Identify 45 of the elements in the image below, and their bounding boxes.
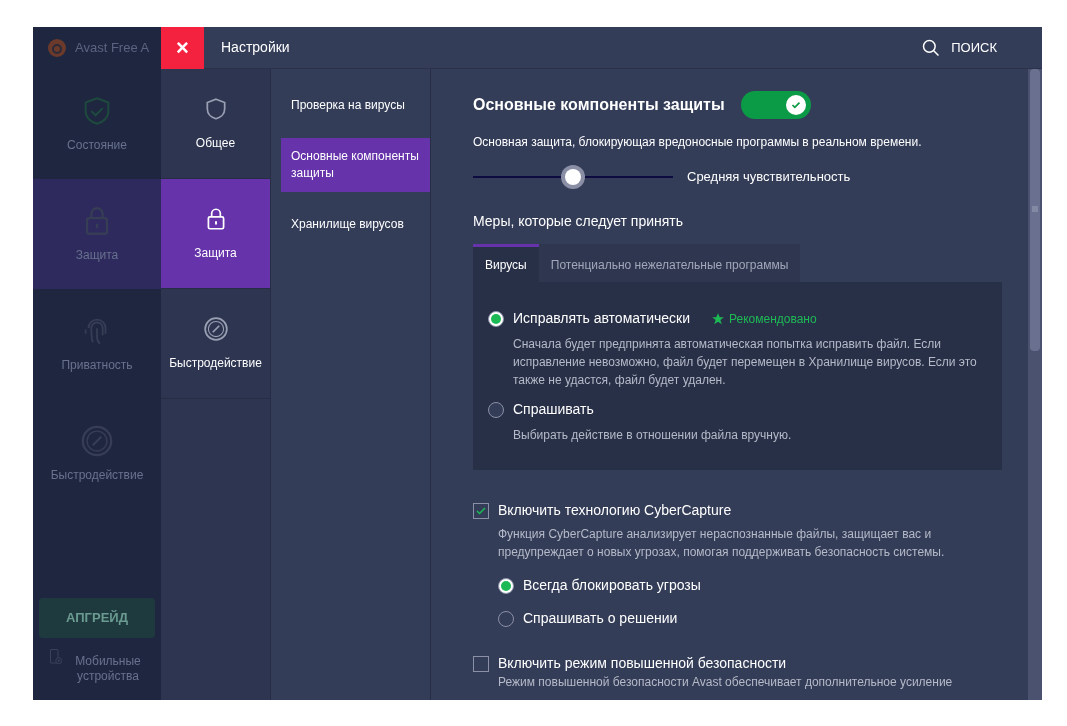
- radio-button[interactable]: [488, 401, 504, 418]
- subsection-item[interactable]: Основные компоненты защиты: [281, 138, 430, 192]
- radio-button[interactable]: [488, 310, 504, 327]
- measure-tab[interactable]: Вирусы: [473, 244, 539, 282]
- category-tab[interactable]: Быстродействие: [161, 289, 270, 399]
- scrollbar-thumb[interactable]: [1030, 69, 1040, 351]
- toggle-switch[interactable]: [740, 91, 811, 119]
- speedometer-icon: [202, 315, 229, 342]
- measure-tab[interactable]: Потенциально нежелательные программы: [538, 244, 801, 282]
- option-label: Исправлять автоматически: [513, 309, 690, 328]
- search-button[interactable]: ПОИСК: [921, 37, 997, 58]
- radio-button[interactable]: [498, 610, 514, 627]
- recommended-label: Рекомендовано: [729, 310, 817, 328]
- option-label: Всегда блокировать угрозы: [523, 576, 701, 595]
- close-button[interactable]: ×: [161, 27, 204, 69]
- checkbox-label: Включить режим повышенной безопасности: [498, 654, 787, 673]
- logo-icon: [45, 36, 69, 60]
- star-icon: [711, 311, 725, 326]
- slider[interactable]: [473, 165, 673, 189]
- subsection-item[interactable]: Проверка на вирусы: [281, 87, 430, 124]
- checkbox-description: Функция CyberCapture анализирует нераспознанные файлы, защищает вас и предупреждает о новых угрозах, помогая поддерживать безопасность системы.: [498, 526, 946, 561]
- scrollbar[interactable]: [1028, 69, 1042, 700]
- window-title: Настройки: [221, 38, 290, 57]
- checkbox[interactable]: [473, 502, 489, 519]
- subheading: Меры, которые следует принять: [473, 212, 685, 231]
- check-icon: [475, 504, 487, 517]
- description-text: Основная защита, блокирующая вредоносные программы в реальном времени.: [473, 134, 923, 151]
- upgrade-button[interactable]: АПГРЕЙД: [39, 598, 155, 638]
- slider-label: Средняя чувствительность: [687, 168, 851, 187]
- section-title: Основные компоненты защиты: [473, 95, 725, 115]
- option-label: Спрашивать: [513, 400, 594, 419]
- subsection-item[interactable]: Хранилище вирусов: [281, 206, 430, 243]
- category-tab[interactable]: Защита: [161, 179, 270, 289]
- search-icon: [921, 37, 942, 58]
- option-label: Спрашивать о решении: [523, 609, 678, 628]
- grip-icon: [1031, 206, 1039, 212]
- slider-thumb[interactable]: [561, 165, 585, 189]
- checkbox-label: Включить технологию CyberCapture: [498, 501, 732, 520]
- option-description: Выбирать действие в отношении файла вручную.: [513, 427, 793, 444]
- checkbox[interactable]: [473, 655, 489, 672]
- checkbox-description: Режим повышенной безопасности Avast обеспечивает дополнительное усиление: [498, 675, 954, 690]
- app-title: Avast Free A: [75, 39, 150, 58]
- speedometer-icon: [80, 424, 114, 458]
- option-description: Сначала будет предпринята автоматическая попытка исправить файл. Если исправление невозможно, файл будет перемещен в Хранилище вирусов. Если это также не удастся, файл будет удален.: [513, 336, 978, 389]
- radio-button[interactable]: [498, 577, 514, 594]
